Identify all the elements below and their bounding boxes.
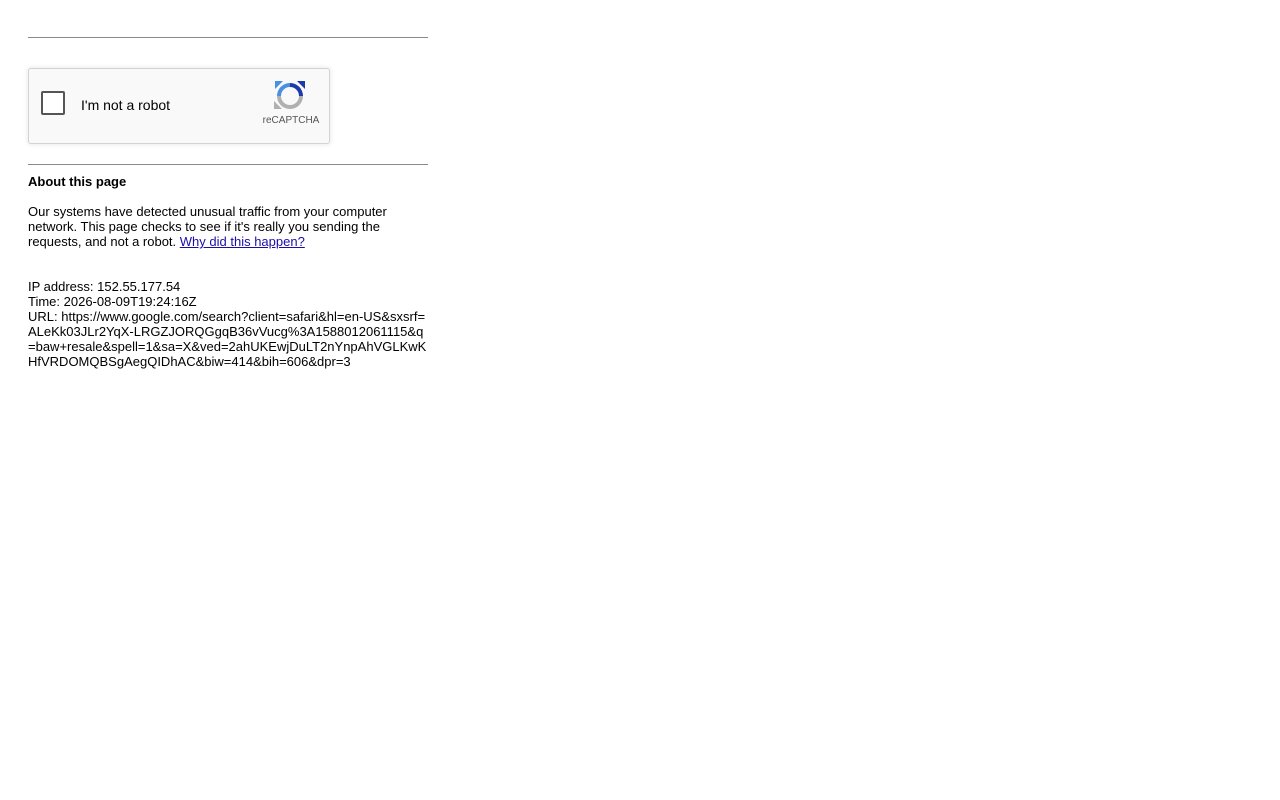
recaptcha-brand: reCAPTCHA	[262, 115, 320, 126]
about-text: Our systems have detected unusual traffi…	[28, 204, 428, 249]
middle-divider	[28, 164, 428, 165]
url-line: URL: https://www.google.com/search?clien…	[28, 309, 428, 369]
recaptcha-checkbox[interactable]	[41, 91, 65, 115]
recaptcha-label: I'm not a robot	[81, 97, 171, 113]
url-label: URL:	[28, 309, 62, 324]
about-title: About this page	[28, 174, 127, 189]
why-did-this-happen-link[interactable]: Why did this happen?	[180, 234, 305, 249]
time-label: Time:	[28, 294, 64, 309]
url-value: https://www.google.com/search?client=saf…	[28, 309, 427, 369]
ip-address-label: IP address:	[28, 279, 98, 294]
recaptcha-widget: I'm not a robot reCAPTCHA	[28, 68, 330, 144]
time-line: Time: 2026-08-09T19:24:16Z	[28, 294, 428, 309]
recaptcha-logo-icon	[274, 81, 305, 109]
top-divider	[28, 37, 428, 38]
ip-address-value: 152.55.177.54	[97, 279, 181, 294]
request-details: IP address: 152.55.177.54 Time: 2026-08-…	[28, 279, 428, 369]
time-value: 2026-08-09T19:24:16Z	[63, 294, 197, 309]
ip-address-line: IP address: 152.55.177.54	[28, 279, 428, 294]
